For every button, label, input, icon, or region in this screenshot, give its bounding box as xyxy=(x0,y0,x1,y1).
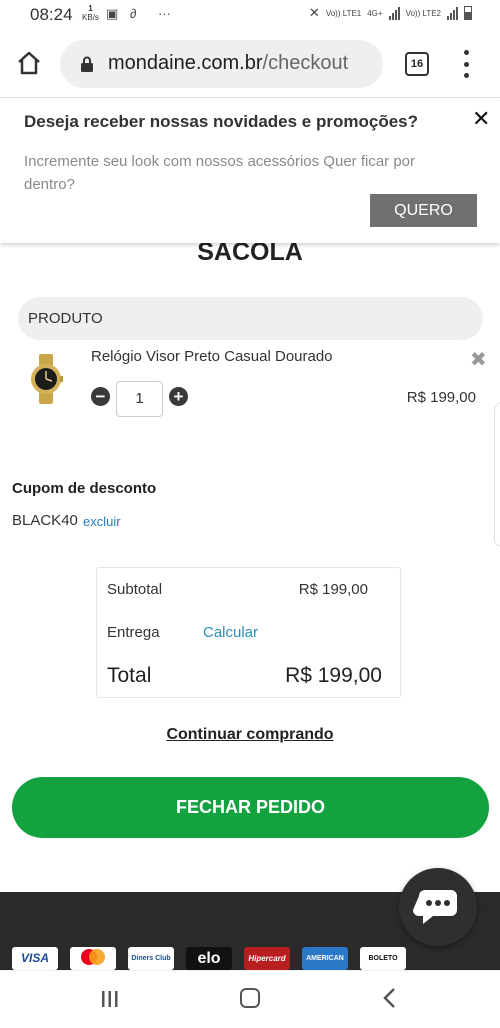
menu-dot-icon xyxy=(463,50,469,55)
order-summary: Subtotal R$ 199,00 Entrega Calcular Tota… xyxy=(96,567,401,698)
status-time: 08:24 xyxy=(30,5,73,24)
quantity-decrease-button[interactable]: − xyxy=(91,387,110,406)
browser-menu-button[interactable] xyxy=(462,50,470,78)
hipercard-logo: Hipercard xyxy=(244,947,290,970)
address-bar[interactable]: mondaine.com.br/checkout xyxy=(60,40,383,88)
network-type-label: 4G+ xyxy=(367,8,383,18)
total-label: Total xyxy=(107,664,152,687)
remove-item-icon[interactable]: ✖ xyxy=(470,347,487,372)
link-notification-icon: ∂ xyxy=(130,6,137,21)
more-notifications-icon: ··· xyxy=(158,6,171,21)
gallery-notification-icon: ▣ xyxy=(106,6,119,21)
newsletter-banner: Deseja receber nossas novidades e promoç… xyxy=(0,98,500,243)
speed-value: 1 xyxy=(88,4,93,13)
checkout-button[interactable]: FECHAR PEDIDO xyxy=(12,777,489,838)
browser-toolbar: mondaine.com.br/checkout 16 xyxy=(0,30,500,98)
cart-table-header: PRODUTO xyxy=(18,297,483,340)
product-column-header: PRODUTO xyxy=(28,310,103,327)
chat-icon xyxy=(413,890,457,924)
mastercard-icon xyxy=(81,949,105,965)
home-icon xyxy=(18,51,40,75)
quantity-increase-button[interactable]: + xyxy=(169,387,188,406)
quantity-input[interactable]: 1 xyxy=(116,381,163,417)
status-right-group: ✕ Vo)) LTE1 4G+ Vo)) LTE2 xyxy=(309,5,472,21)
network-speed: 1 KB/s xyxy=(82,4,99,22)
subtotal-value: R$ 199,00 xyxy=(298,581,368,598)
sim1-label: Vo)) LTE1 xyxy=(325,8,362,18)
url-text: mondaine.com.br/checkout xyxy=(108,52,348,75)
back-icon[interactable] xyxy=(382,987,398,1009)
diners-club-logo: Diners Club xyxy=(128,947,174,970)
mastercard-logo xyxy=(70,947,116,970)
battery-icon xyxy=(464,6,472,20)
menu-dot-icon xyxy=(463,73,469,78)
elo-logo: elo xyxy=(186,947,232,970)
sim2-label: Vo)) LTE2 xyxy=(405,8,441,18)
menu-dot-icon xyxy=(463,61,469,67)
url-host: mondaine.com.br xyxy=(108,52,263,74)
product-watch-image[interactable] xyxy=(28,354,64,404)
banner-title: Deseja receber nossas novidades e promoç… xyxy=(24,112,419,131)
signal-icon xyxy=(388,6,400,20)
signal-2-icon xyxy=(447,6,458,20)
product-name[interactable]: Relógio Visor Preto Casual Dourado xyxy=(91,348,333,365)
continue-shopping-link[interactable]: Continuar comprando xyxy=(0,726,500,744)
tab-switcher-button[interactable]: 16 xyxy=(405,52,429,76)
speed-unit: KB/s xyxy=(82,13,99,22)
boleto-logo: BOLETO xyxy=(360,947,406,970)
banner-text: Incremente seu look com nossos acessório… xyxy=(24,153,416,193)
mute-icon: ✕ xyxy=(308,5,320,20)
amex-logo: AMERICAN EXPRESS xyxy=(302,947,348,970)
subtotal-label: Subtotal xyxy=(107,581,163,598)
total-value: R$ 199,00 xyxy=(285,664,382,687)
home-button[interactable] xyxy=(14,48,44,78)
coupon-title: Cupom de desconto xyxy=(12,480,157,497)
coupon-code: BLACK40 xyxy=(12,512,78,529)
close-icon[interactable]: ✕ xyxy=(472,106,490,132)
shipping-label: Entrega xyxy=(107,624,160,641)
subscribe-button[interactable]: QUERO xyxy=(370,194,477,227)
visa-logo: VISA xyxy=(12,947,58,970)
url-path: /checkout xyxy=(262,52,349,74)
recent-apps-icon[interactable] xyxy=(100,989,120,1009)
status-bar: 08:24 1 KB/s ▣ ∂ ··· ✕ Vo)) LTE1 4G+ Vo)… xyxy=(0,0,500,30)
side-scroll-handle[interactable] xyxy=(494,402,500,547)
system-home-icon[interactable] xyxy=(240,988,260,1008)
calculate-shipping-link[interactable]: Calcular xyxy=(203,624,258,641)
coupon-remove-link[interactable]: excluir xyxy=(83,514,121,529)
product-price: R$ 199,00 xyxy=(406,389,476,406)
lock-icon xyxy=(81,56,93,72)
payment-methods: VISA Diners Club elo Hipercard AMERICAN … xyxy=(12,947,406,970)
system-navigation-bar xyxy=(0,970,500,1028)
chat-button[interactable] xyxy=(399,868,477,946)
